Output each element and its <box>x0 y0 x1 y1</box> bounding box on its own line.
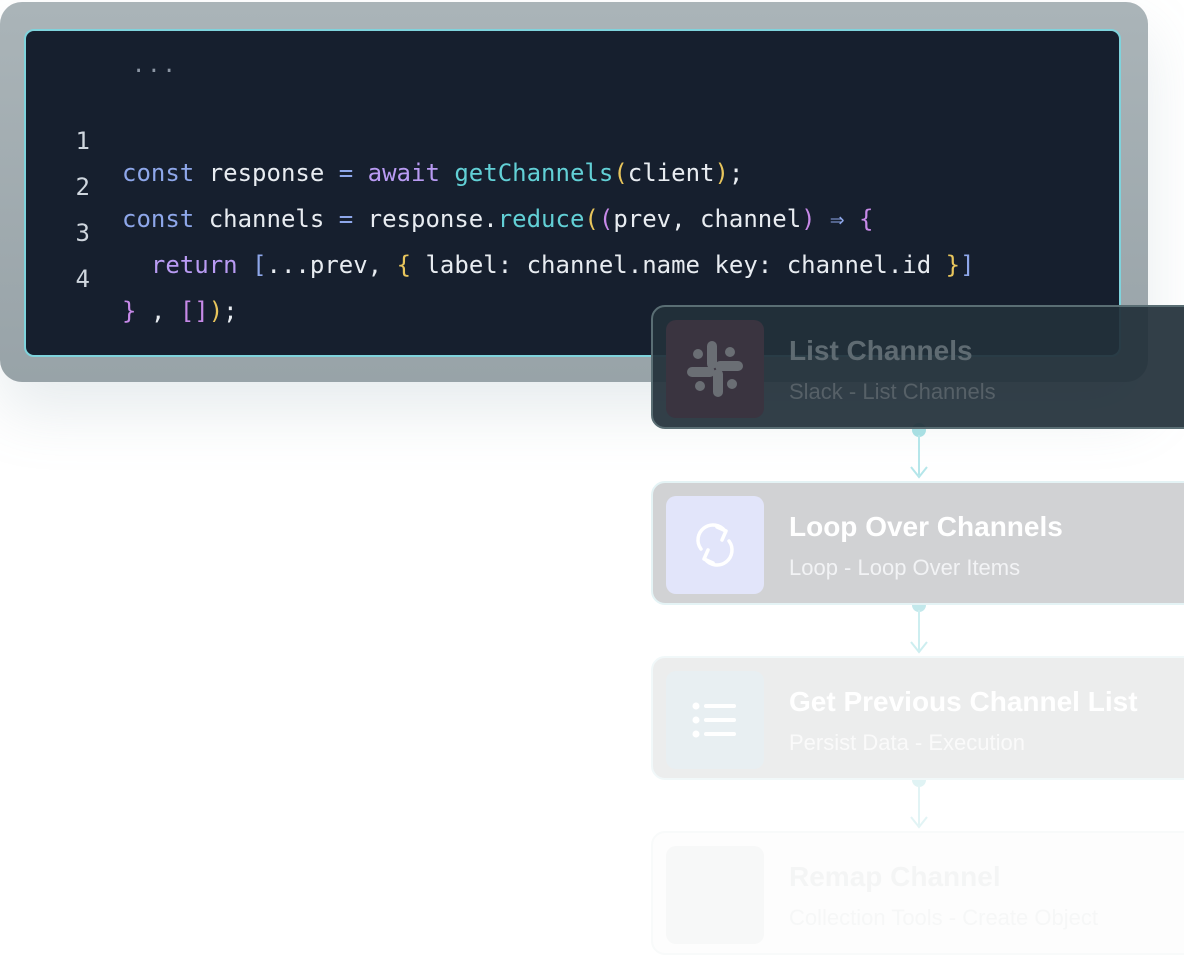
connector-1 <box>909 423 929 481</box>
code-ellipsis: ... <box>132 53 178 78</box>
arrow-down-icon <box>910 466 928 479</box>
arrow-down-icon <box>910 641 928 654</box>
arrow-down-icon <box>910 816 928 829</box>
node-subtitle: Persist Data - Execution <box>789 730 1025 755</box>
code-line-1: 1 const response = await getChannels(cli… <box>26 93 744 187</box>
code-line-3: 3 return [...prev, { label: channel.name… <box>26 185 975 279</box>
workflow-node-list-channels[interactable]: List Channels Slack - List Channels <box>651 305 1184 429</box>
line-number: 4 <box>75 265 90 293</box>
list-icon <box>692 702 736 738</box>
connector-2 <box>909 598 929 656</box>
code-line-2: 2 const channels = response.reduce((prev… <box>26 139 874 233</box>
node-icon-box <box>666 671 764 769</box>
node-subtitle: Collection Tools - Create Object <box>789 905 1098 930</box>
workflow-node-remap-channel[interactable]: Remap Channel Collection Tools - Create … <box>651 831 1184 955</box>
node-icon-box <box>666 496 764 594</box>
workflow-node-loop-over-channels[interactable]: Loop Over Channels Loop - Loop Over Item… <box>651 481 1184 605</box>
workflow-node-get-previous-channel-list[interactable]: Get Previous Channel List Persist Data -… <box>651 656 1184 780</box>
connector-3 <box>909 773 929 831</box>
code-text: const channels = response.reduce((prev, … <box>122 205 874 233</box>
loop-icon <box>696 523 734 567</box>
code-text: } , []); <box>122 297 238 325</box>
node-subtitle: Loop - Loop Over Items <box>789 555 1021 580</box>
node-title: List Channels <box>789 335 973 366</box>
node-title: Loop Over Channels <box>789 511 1063 542</box>
node-subtitle: Slack - List Channels <box>789 379 996 404</box>
node-title: Remap Channel <box>789 861 1001 892</box>
code-text: return [...prev, { label: channel.name k… <box>150 251 975 279</box>
node-icon-box <box>666 846 764 944</box>
slack-icon <box>687 341 743 397</box>
node-icon-box <box>666 320 764 418</box>
code-text: const response = await getChannels(clien… <box>122 159 744 187</box>
node-title: Get Previous Channel List <box>789 686 1138 717</box>
code-line-4: 4 } , []); <box>26 231 238 325</box>
